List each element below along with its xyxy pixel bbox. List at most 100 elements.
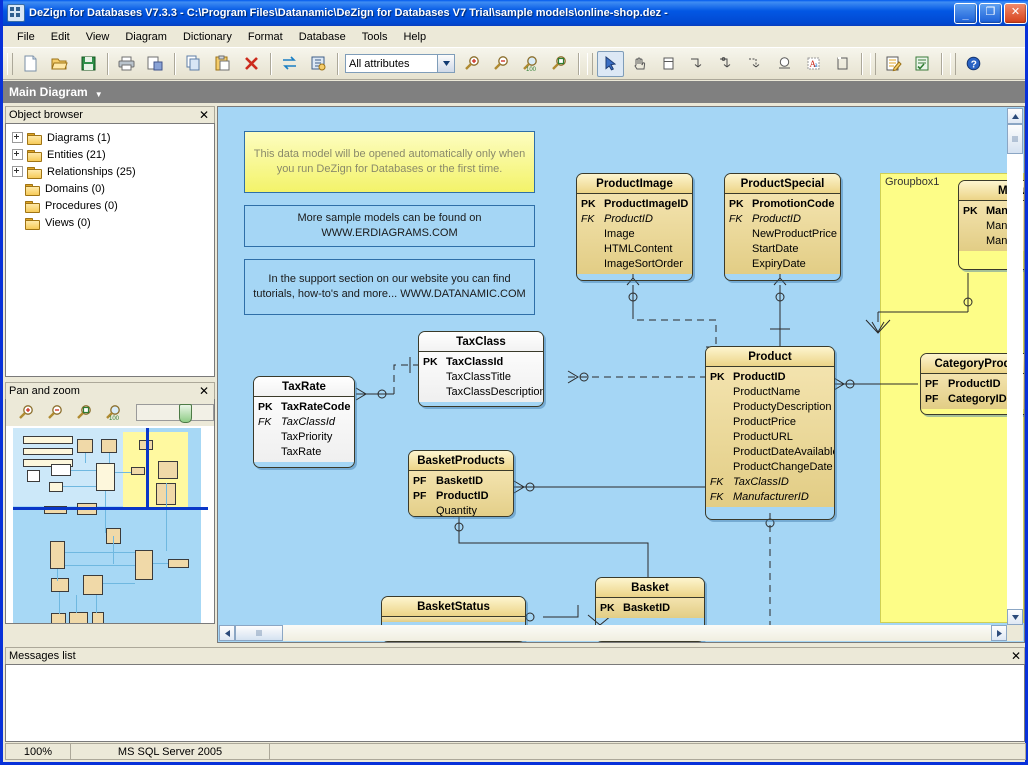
attribute-row[interactable]: ProductURL — [706, 429, 834, 444]
attribute-row[interactable]: FK TaxClassID — [706, 474, 834, 489]
expander-icon[interactable] — [12, 132, 23, 143]
sync-icon[interactable] — [276, 51, 303, 77]
zoom-fit-icon[interactable] — [71, 400, 98, 426]
tab-main-diagram[interactable]: Main Diagram — [9, 85, 88, 99]
attribute-row[interactable]: PK TaxClassId — [419, 354, 543, 369]
attribute-row[interactable]: FK ProductID — [577, 211, 692, 226]
menu-item-edit[interactable]: Edit — [43, 29, 78, 45]
copy-icon[interactable] — [180, 51, 207, 77]
attribute-row[interactable]: Image — [577, 226, 692, 241]
entity-taxclass[interactable]: TaxClass PK TaxClassId TaxClassTitle TaxC… — [418, 331, 544, 407]
attribute-row[interactable]: ProductDateAvailable — [706, 444, 834, 459]
open-icon[interactable] — [46, 51, 73, 77]
checklist-icon[interactable] — [909, 51, 936, 77]
toolbar-grip[interactable] — [587, 52, 593, 75]
scroll-down-button[interactable] — [1007, 609, 1023, 625]
caret-down-icon[interactable]: ▼ — [95, 90, 103, 99]
zoom-slider-thumb[interactable] — [179, 404, 192, 423]
minimize-button[interactable]: _ — [954, 2, 977, 24]
attribute-row[interactable]: StartDate — [725, 241, 840, 256]
menu-item-dictionary[interactable]: Dictionary — [175, 29, 240, 45]
new-icon[interactable] — [17, 51, 44, 77]
paste-icon[interactable] — [209, 51, 236, 77]
text-tool-icon[interactable]: Aa — [800, 51, 827, 77]
expander-icon[interactable] — [12, 166, 23, 177]
menu-item-file[interactable]: File — [9, 29, 43, 45]
horizontal-scroll-thumb[interactable] — [235, 625, 283, 641]
attribute-row[interactable]: PK BasketID — [596, 600, 704, 615]
attribute-row[interactable]: FK ProductID — [725, 211, 840, 226]
model-check-icon[interactable] — [305, 51, 332, 77]
entity-product[interactable]: Product PK ProductID ProductName Producty… — [705, 346, 835, 520]
chevron-down-icon[interactable] — [437, 55, 454, 72]
entity-productimage[interactable]: ProductImage PK ProductImageID FK ProductI… — [576, 173, 693, 281]
menu-item-help[interactable]: Help — [395, 29, 434, 45]
scroll-up-button[interactable] — [1007, 108, 1023, 124]
relation-optional-tool-icon[interactable] — [713, 51, 740, 77]
canvas-vertical-scrollbar[interactable] — [1007, 108, 1023, 625]
vertical-scroll-thumb[interactable] — [1007, 124, 1023, 154]
attribute-row[interactable]: Quantity — [409, 503, 513, 517]
relation-identifying-tool-icon[interactable] — [742, 51, 769, 77]
menu-item-format[interactable]: Format — [240, 29, 291, 45]
attribute-row[interactable]: PK ProductImageID — [577, 196, 692, 211]
close-button[interactable]: ✕ — [1004, 2, 1027, 24]
zoom-out-icon[interactable] — [42, 400, 69, 426]
attribute-row[interactable]: HTMLContent — [577, 241, 692, 256]
zoom-fit-icon[interactable] — [546, 51, 573, 77]
attribute-row[interactable]: PF BasketID — [409, 473, 513, 488]
attribute-row[interactable]: TaxClassDescription — [419, 384, 543, 399]
maximize-button[interactable]: ❐ — [979, 2, 1002, 24]
close-icon[interactable]: ✕ — [1011, 649, 1021, 663]
menu-item-tools[interactable]: Tools — [354, 29, 396, 45]
zoom-slider[interactable] — [136, 404, 214, 423]
attribute-row[interactable]: PK TaxRateCode — [254, 399, 354, 414]
help-icon[interactable]: ? — [960, 51, 987, 77]
scroll-left-button[interactable] — [219, 625, 235, 641]
attribute-row[interactable]: ProductyDescription — [706, 399, 834, 414]
attribute-filter-combo[interactable]: All attributes — [345, 54, 455, 73]
attribute-row[interactable]: ProductChangeDate — [706, 459, 834, 474]
expander-icon[interactable] — [12, 149, 23, 160]
sidebar-item-entities[interactable]: Entities (21) — [12, 146, 212, 163]
attribute-row[interactable]: PK ProductID — [706, 369, 834, 384]
messages-body[interactable] — [5, 664, 1025, 742]
zoom-100-icon[interactable]: 100 — [517, 51, 544, 77]
sidebar-item-diagrams[interactable]: Diagrams (1) — [12, 129, 212, 146]
note-support[interactable]: In the support section on our website yo… — [244, 259, 535, 315]
menu-item-view[interactable]: View — [78, 29, 118, 45]
attribute-row[interactable]: PK PromotionCode — [725, 196, 840, 211]
attribute-row[interactable]: TaxRate — [254, 444, 354, 459]
delete-icon[interactable] — [238, 51, 265, 77]
canvas-horizontal-scrollbar[interactable] — [219, 625, 1007, 641]
scroll-right-button[interactable] — [991, 625, 1007, 641]
toolbar-grip[interactable] — [870, 52, 876, 75]
attribute-row[interactable]: ProductPrice — [706, 414, 834, 429]
edit-entity-icon[interactable] — [880, 51, 907, 77]
menu-item-database[interactable]: Database — [291, 29, 354, 45]
hand-tool-icon[interactable] — [626, 51, 653, 77]
domain-tool-icon[interactable] — [771, 51, 798, 77]
entity-productspecial[interactable]: ProductSpecial PK PromotionCode FK Product… — [724, 173, 841, 281]
attribute-row[interactable]: FK TaxClassId — [254, 414, 354, 429]
attribute-row[interactable]: TaxClassTitle — [419, 369, 543, 384]
toolbar-grip[interactable] — [7, 52, 13, 75]
zoom-out-icon[interactable] — [488, 51, 515, 77]
attribute-row[interactable]: TaxPriority — [254, 429, 354, 444]
entity-taxrate[interactable]: TaxRate PK TaxRateCode FK TaxClassId TaxPr… — [253, 376, 355, 468]
toolbar-grip[interactable] — [950, 52, 956, 75]
attribute-row[interactable]: PF ProductID — [409, 488, 513, 503]
entity-tool-icon[interactable] — [655, 51, 682, 77]
attribute-row[interactable]: ProductName — [706, 384, 834, 399]
pan-and-zoom-map[interactable] — [5, 426, 215, 624]
attribute-row[interactable]: FK ManufacturerID — [706, 489, 834, 504]
print-preview-icon[interactable] — [142, 51, 169, 77]
sidebar-item-procedures[interactable]: Procedures (0) — [12, 197, 212, 214]
sidebar-item-domains[interactable]: Domains (0) — [12, 180, 212, 197]
attribute-row[interactable]: ExpiryDate — [725, 256, 840, 271]
sidebar-item-relationships[interactable]: Relationships (25) — [12, 163, 212, 180]
attribute-row[interactable]: NewProductPrice — [725, 226, 840, 241]
diagram-canvas[interactable]: Groupbox1 This data model will be opened… — [218, 107, 1024, 642]
groupbox-tool-icon[interactable] — [829, 51, 856, 77]
zoom-in-icon[interactable] — [459, 51, 486, 77]
